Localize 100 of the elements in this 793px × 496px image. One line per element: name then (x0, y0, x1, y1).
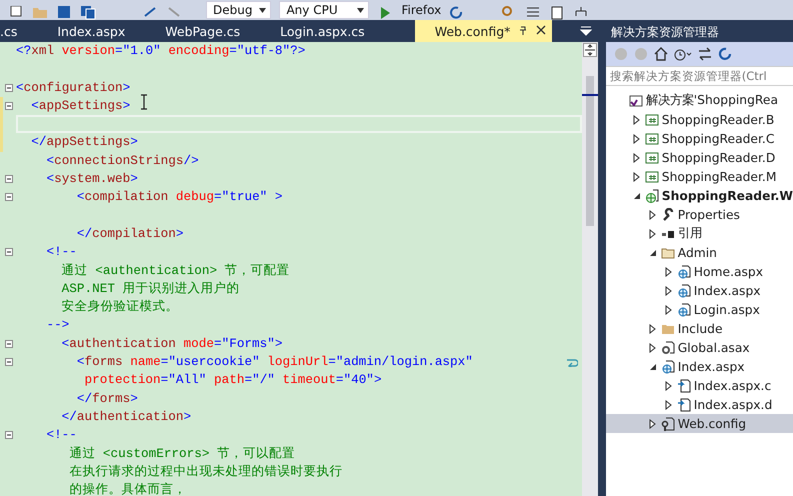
code-line: ASP.NET 用于识别进入用户的 (60, 280, 240, 298)
home-icon[interactable] (654, 47, 668, 61)
search-field[interactable]: 搜索解决方案资源管理器(Ctrl (606, 66, 793, 86)
code-line: </compilation> (76, 224, 184, 243)
code-file-icon (676, 398, 691, 412)
collapse-toggle-icon[interactable] (5, 193, 13, 202)
tree-item[interactable]: Global.asax (606, 338, 793, 357)
scrollbar-thumb[interactable] (586, 76, 594, 226)
code-line: <compilation debug="true" > (76, 188, 283, 206)
tree-item[interactable]: Index.aspx (606, 357, 793, 376)
caret-position-marker (582, 94, 598, 96)
tree-item[interactable]: 解决方案'ShoppingRea (606, 91, 793, 110)
configuration-dropdown[interactable]: Debug (206, 1, 272, 19)
tree-item[interactable]: Index.aspx.d (606, 395, 793, 414)
collapse-toggle-icon[interactable] (5, 358, 13, 366)
project-icon (644, 170, 659, 184)
project-icon (644, 150, 659, 164)
expand-arrow-icon[interactable] (632, 114, 642, 124)
refresh-icon[interactable] (718, 47, 732, 61)
tab-list-dropdown-icon[interactable] (580, 26, 592, 36)
code-file-icon (676, 378, 691, 392)
expand-arrow-icon[interactable] (664, 380, 674, 390)
collapse-toggle-icon[interactable] (5, 84, 13, 92)
expand-arrow-icon[interactable] (664, 286, 674, 296)
sync-icon[interactable] (698, 47, 712, 61)
panel-title: 解决方案资源管理器 (606, 20, 793, 42)
code-line: 通过 <authentication> 节，可配置 (60, 262, 290, 280)
expand-arrow-icon[interactable] (664, 304, 674, 314)
collapse-toggle-icon[interactable] (5, 175, 13, 184)
tree-item[interactable]: Admin (606, 243, 793, 262)
tree-item[interactable]: Home.aspx (606, 262, 793, 281)
collapse-toggle-icon[interactable] (5, 102, 13, 110)
close-icon[interactable] (536, 24, 546, 36)
code-line: 通过 <customErrors> 节，可以配置 (68, 444, 296, 463)
expand-arrow-icon[interactable] (648, 228, 658, 238)
file-tab[interactable]: Index.aspx (37, 20, 146, 42)
configuration-dropdown[interactable]: Any CPU (279, 1, 370, 19)
code-line: 的操作。具体而言， (68, 481, 186, 496)
expand-arrow-icon[interactable] (648, 210, 658, 220)
tree-item[interactable]: 引用 (606, 224, 793, 243)
code-line: <!-- (45, 426, 77, 444)
globe-page-icon (676, 284, 691, 298)
file-tab[interactable]: WebPage.cs (145, 20, 260, 42)
code-line: 在执行请求的过程中出现未处理的错误时要执行 (68, 462, 342, 481)
expand-arrow-icon[interactable] (648, 342, 658, 352)
code-line: </appSettings> (30, 133, 138, 152)
file-tab[interactable]: Login.aspx.cs (260, 20, 385, 42)
vertical-scrollbar[interactable] (582, 42, 598, 496)
code-line: <!-- (45, 243, 77, 262)
code-line: --> (45, 316, 70, 334)
collapse-arrow-icon[interactable] (648, 362, 658, 372)
expand-arrow-icon[interactable] (632, 172, 642, 182)
expand-arrow-icon[interactable] (632, 152, 642, 162)
collapse-arrow-icon[interactable] (632, 190, 642, 200)
code-line: <forms name="usercookie" loginUrl="admin/login.aspx" (76, 353, 473, 372)
tree-item[interactable]: Index.aspx (606, 281, 793, 300)
code-line: </authentication> (60, 408, 192, 426)
globe-page-icon (660, 360, 675, 374)
history-icon[interactable] (674, 47, 692, 61)
solution-icon (628, 94, 643, 108)
collapse-toggle-icon[interactable] (5, 248, 13, 256)
tree-item[interactable]: Login.aspx (606, 300, 793, 319)
wrench-icon (660, 208, 675, 222)
save-icon[interactable] (56, 6, 72, 20)
file-tab[interactable]: .cs (0, 20, 38, 42)
expand-arrow-icon[interactable] (664, 266, 674, 276)
expand-arrow-icon[interactable] (648, 324, 658, 334)
collapse-toggle-icon[interactable] (5, 340, 13, 348)
code-line: <?xml version="1.0" encoding="utf-8"?> (16, 42, 306, 60)
tree-item[interactable]: ShoppingReader.D (606, 148, 793, 167)
text-cursor-icon (140, 94, 148, 110)
globe-page-icon (676, 302, 691, 316)
tree-item[interactable]: Properties (606, 205, 793, 224)
collapse-arrow-icon[interactable] (648, 248, 658, 258)
tree-item[interactable]: ShoppingReader.C (606, 129, 793, 148)
file-tab[interactable]: Web.config* (414, 20, 552, 42)
tree-item[interactable]: Index.aspx.c (606, 376, 793, 395)
code-line: <system.web> (45, 170, 138, 188)
code-line: <configuration> (16, 78, 130, 97)
caret-icon (357, 8, 364, 13)
collapse-toggle-icon[interactable] (5, 431, 13, 440)
code-line: </forms> (76, 390, 138, 408)
pin-icon[interactable] (518, 24, 528, 36)
run-button[interactable]: Firefox (401, 3, 442, 17)
tree-item[interactable]: Web.config (606, 414, 793, 433)
split-editor-icon[interactable] (583, 43, 598, 57)
expand-arrow-icon[interactable] (648, 418, 658, 428)
folder-icon (660, 246, 675, 260)
code-line: <appSettings> (30, 96, 130, 115)
tree-item[interactable]: Include (606, 319, 793, 338)
document-icon[interactable] (549, 6, 566, 20)
tree-item[interactable]: ShoppingReader.W (606, 186, 793, 205)
code-line: <authentication mode="Forms"> (60, 334, 283, 353)
expand-arrow-icon[interactable] (664, 400, 674, 410)
globe-project-icon (644, 188, 659, 202)
save-all-icon[interactable] (80, 6, 96, 20)
tree-item[interactable]: ShoppingReader.B (606, 110, 793, 129)
tree-item[interactable]: ShoppingReader.M (606, 167, 793, 186)
gear-file-icon (660, 340, 675, 354)
expand-arrow-icon[interactable] (632, 134, 642, 144)
